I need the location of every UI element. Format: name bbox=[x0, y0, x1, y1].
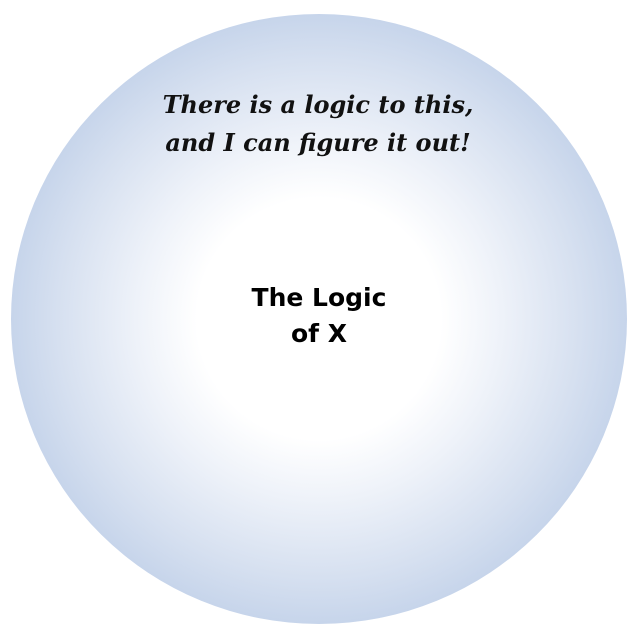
center-circle-label: The Logic of X bbox=[218, 280, 420, 352]
diagram-canvas: There is a logic to this, and I can figu… bbox=[0, 0, 636, 632]
outer-circle-label: There is a logic to this, and I can figu… bbox=[118, 86, 518, 162]
outer-label-line-1: There is a logic to this, bbox=[162, 90, 474, 119]
outer-label-line-2: and I can figure it out! bbox=[165, 128, 471, 157]
center-label-line-2: of X bbox=[290, 319, 348, 348]
center-label-line-1: The Logic bbox=[251, 283, 387, 312]
